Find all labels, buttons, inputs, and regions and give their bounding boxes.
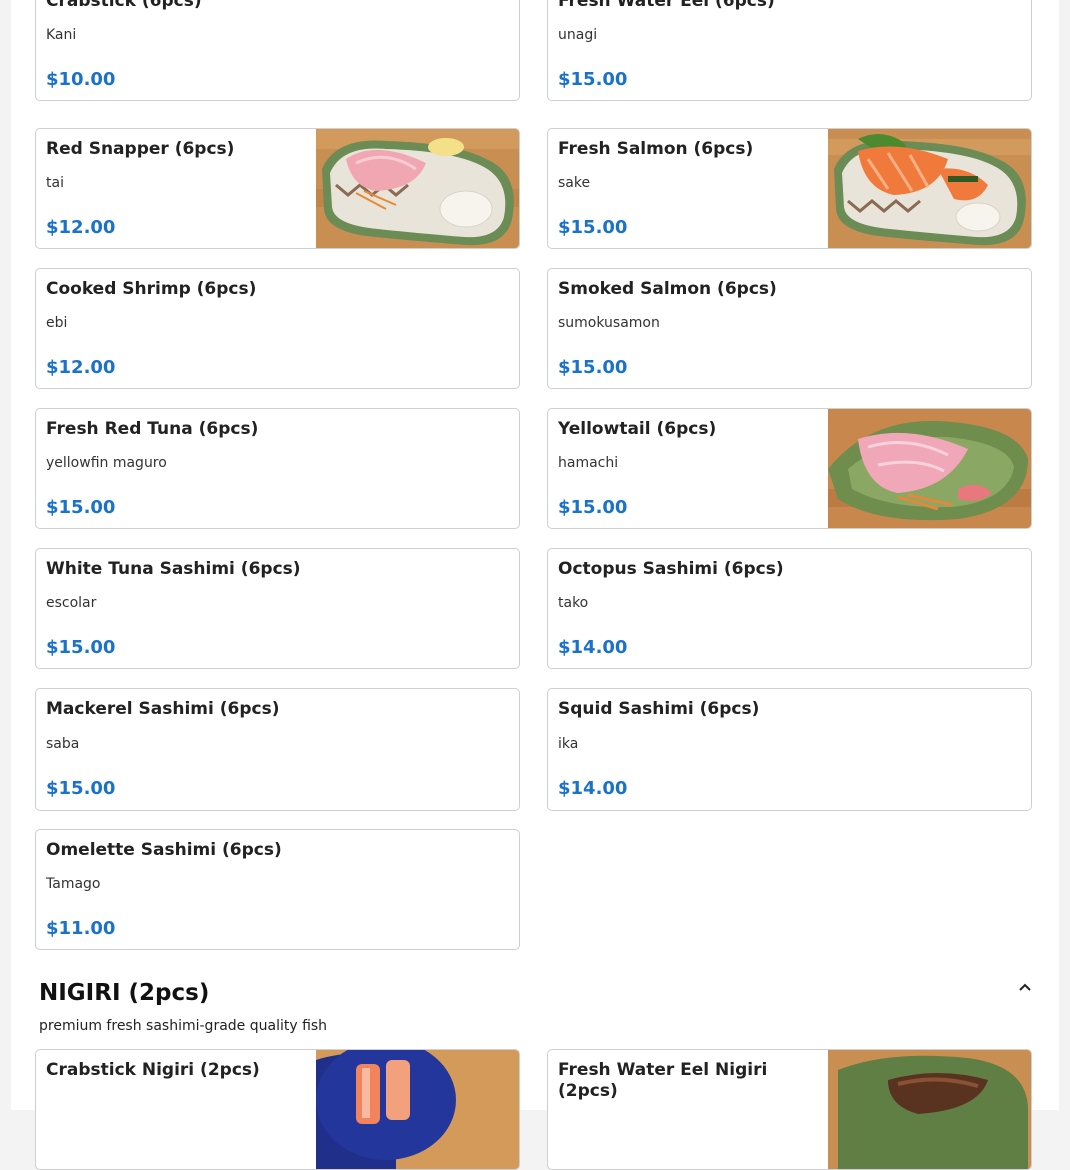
item-name: Smoked Salmon (6pcs) (558, 279, 777, 299)
item-name: White Tuna Sashimi (6pcs) (46, 559, 301, 579)
menu-item-card[interactable]: Red Snapper (6pcs) tai $12.00 (35, 128, 520, 249)
item-description: tako (558, 595, 589, 611)
item-description: escolar (46, 595, 97, 611)
item-description: tai (46, 175, 64, 191)
item-photo (316, 129, 519, 248)
item-name: Yellowtail (6pcs) (558, 419, 717, 439)
item-price: $14.00 (558, 778, 628, 799)
item-price: $11.00 (46, 918, 116, 939)
menu-item-card[interactable]: Crabstick Nigiri (2pcs) (35, 1049, 520, 1170)
item-description: ika (558, 736, 579, 752)
item-price: $14.00 (558, 637, 628, 658)
item-name: Fresh Water Eel (6pcs) (558, 0, 775, 11)
item-name: Squid Sashimi (6pcs) (558, 699, 760, 719)
menu-item-card[interactable]: Smoked Salmon (6pcs) sumokusamon $15.00 (547, 268, 1032, 389)
item-price: $15.00 (558, 69, 628, 90)
item-description: Tamago (46, 876, 101, 892)
item-price: $15.00 (46, 778, 116, 799)
item-photo (828, 129, 1031, 248)
menu-item-card[interactable]: White Tuna Sashimi (6pcs) escolar $15.00 (35, 548, 520, 669)
item-price: $15.00 (558, 497, 628, 518)
chevron-up-icon[interactable] (1017, 979, 1033, 995)
item-price: $12.00 (46, 217, 116, 238)
item-price: $15.00 (46, 637, 116, 658)
menu-item-card[interactable]: Yellowtail (6pcs) hamachi $15.00 (547, 408, 1032, 529)
item-name: Fresh Salmon (6pcs) (558, 139, 754, 159)
menu-item-card[interactable]: Cooked Shrimp (6pcs) ebi $12.00 (35, 268, 520, 389)
menu-item-card[interactable]: Omelette Sashimi (6pcs) Tamago $11.00 (35, 829, 520, 950)
item-description: saba (46, 736, 80, 752)
menu-item-card[interactable]: Fresh Water Eel Nigiri (2pcs) (547, 1049, 1032, 1170)
item-price: $15.00 (46, 497, 116, 518)
item-name: Fresh Red Tuna (6pcs) (46, 419, 259, 439)
item-description: unagi (558, 27, 598, 43)
item-description: sake (558, 175, 591, 191)
item-name: Crabstick (6pcs) (46, 0, 202, 11)
item-price: $15.00 (558, 357, 628, 378)
menu-item-card[interactable]: Mackerel Sashimi (6pcs) saba $15.00 (35, 688, 520, 811)
item-description: sumokusamon (558, 315, 660, 331)
item-name: Mackerel Sashimi (6pcs) (46, 699, 280, 719)
menu-page: Crabstick (6pcs) Kani $10.00 Fresh Water… (11, 0, 1059, 1170)
item-description: hamachi (558, 455, 619, 471)
item-name: Octopus Sashimi (6pcs) (558, 559, 784, 579)
item-name: Fresh Water Eel Nigiri (2pcs) (558, 1060, 768, 1101)
item-description: yellowfin maguro (46, 455, 167, 471)
item-name: Omelette Sashimi (6pcs) (46, 840, 282, 860)
item-description: ebi (46, 315, 68, 331)
item-photo (828, 409, 1031, 528)
item-price: $12.00 (46, 357, 116, 378)
menu-item-card[interactable]: Squid Sashimi (6pcs) ika $14.00 (547, 688, 1032, 811)
item-price: $15.00 (558, 217, 628, 238)
menu-item-card[interactable]: Octopus Sashimi (6pcs) tako $14.00 (547, 548, 1032, 669)
item-name: Cooked Shrimp (6pcs) (46, 279, 257, 299)
menu-item-card[interactable]: Fresh Water Eel (6pcs) unagi $15.00 (547, 0, 1032, 101)
item-price: $10.00 (46, 69, 116, 90)
item-description: Kani (46, 27, 77, 43)
menu-item-card[interactable]: Crabstick (6pcs) Kani $10.00 (35, 0, 520, 101)
menu-item-card[interactable]: Fresh Salmon (6pcs) sake $15.00 (547, 128, 1032, 249)
section-subtitle: premium fresh sashimi-grade quality fish (39, 1018, 328, 1034)
item-name: Red Snapper (6pcs) (46, 139, 235, 159)
item-name: Crabstick Nigiri (2pcs) (46, 1060, 260, 1080)
menu-item-card[interactable]: Fresh Red Tuna (6pcs) yellowfin maguro $… (35, 408, 520, 529)
section-title: NIGIRI (2pcs) (39, 980, 210, 1006)
item-photo (828, 1050, 1031, 1169)
item-photo (316, 1050, 519, 1169)
